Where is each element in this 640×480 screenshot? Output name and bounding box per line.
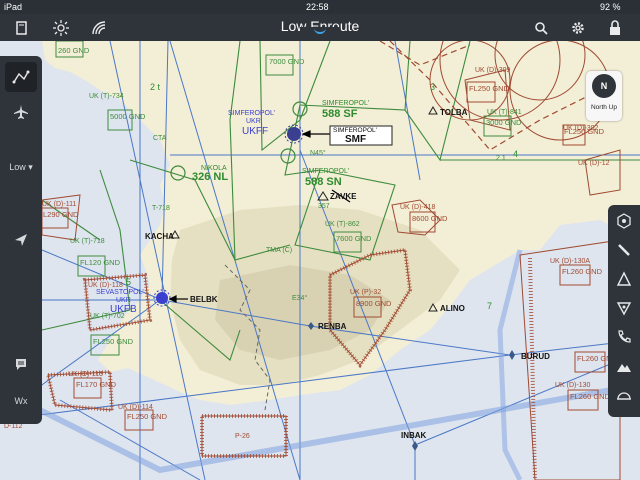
battery-label: 92 % [600,2,621,12]
svg-text:UK (D)-130: UK (D)-130 [555,382,591,389]
place-label: BELBK [190,295,218,304]
svg-text:FL260 GND: FL260 GND [562,267,603,276]
phone-icon[interactable] [612,324,636,350]
intersection-icon[interactable] [612,295,636,321]
svg-text:3: 3 [430,82,435,92]
place-label: KACHA [145,232,174,241]
terrain-icon[interactable] [612,353,636,379]
svg-text:SEVASTOPOL': SEVASTOPOL' [96,289,144,296]
svg-text:UK (T)-734: UK (T)-734 [89,93,124,100]
chart-canvas[interactable]: KACHA BELBK RENBA ALINO BURUD INBAK ZAVK… [0,41,640,480]
dome-icon[interactable] [612,382,636,408]
svg-text:UK (D)-418: UK (D)-418 [400,204,436,211]
place-label: ALINO [440,304,465,313]
lock-icon[interactable] [605,18,625,38]
svg-text:5: 5 [126,277,131,287]
svg-text:SIMFEROPOL': SIMFEROPOL' [333,127,377,134]
place-label: INBAK [401,431,427,440]
svg-text:7000 GND: 7000 GND [269,57,305,66]
settings-icon[interactable] [568,18,588,38]
svg-text:7600 GND: 7600 GND [336,234,372,243]
svg-text:UK (D)-309: UK (D)-309 [475,67,511,74]
carrier-label: iPad [4,2,23,12]
svg-text:FL120 GND: FL120 GND [80,258,121,267]
svg-text:7: 7 [487,301,492,311]
svg-text:UKR: UKR [116,297,131,304]
svg-text:L290 GND: L290 GND [43,210,79,219]
title-tab[interactable] [300,27,340,36]
svg-text:357: 357 [318,203,330,210]
svg-text:CTA: CTA [153,135,167,142]
vor-filter-icon[interactable] [612,208,636,234]
message-icon[interactable] [5,349,37,379]
waypoint-filter-icon[interactable] [612,266,636,292]
svg-text:FL250 GND: FL250 GND [127,412,168,421]
place-label: BURUD [521,352,550,361]
svg-text:E34°: E34° [292,294,307,302]
clock: 22:58 [306,2,329,12]
svg-text:UK (T)-702: UK (T)-702 [90,313,125,320]
svg-text:UK (D)-113: UK (D)-113 [68,371,103,378]
documents-icon[interactable] [12,18,32,38]
place-label: RENBA [318,322,347,331]
svg-text:UK (T)-718: UK (T)-718 [70,238,105,245]
svg-text:UK (D)-111: UK (D)-111 [42,201,76,208]
svg-text:P-26: P-26 [235,433,250,440]
svg-text:SMF: SMF [345,134,366,145]
svg-text:FL250 GND: FL250 GND [93,337,134,346]
svg-text:UK (D)-118: UK (D)-118 [88,282,123,289]
svg-text:D-112: D-112 [4,423,23,430]
svg-text:TMA (C): TMA (C) [266,247,292,254]
route-icon[interactable] [5,62,37,92]
svg-text:2 t: 2 t [150,82,161,92]
signal-icon[interactable] [89,18,109,38]
svg-text:UKR: UKR [246,118,261,125]
right-toolbar [608,205,640,417]
search-icon[interactable] [531,18,551,38]
svg-text:UK (T)-862: UK (T)-862 [325,221,360,228]
north-up-button[interactable]: N North Up [586,71,622,121]
brightness-icon[interactable] [51,18,71,38]
svg-text:UK (T)-841: UK (T)-841 [487,109,522,116]
svg-text:2 1: 2 1 [496,155,506,162]
svg-text:8900 GND: 8900 GND [356,299,392,308]
place-label: ZAVKE [330,192,357,201]
svg-text:FL260 GND: FL260 GND [570,392,611,401]
svg-text:UK (D)-12: UK (D)-12 [578,160,610,167]
north-up-label: North Up [590,104,617,111]
svg-text:T-718: T-718 [152,205,170,212]
place-label: TOLBA [440,108,468,117]
svg-text:N45°: N45° [310,149,326,157]
location-arrow-icon[interactable] [5,225,37,255]
svg-text:4: 4 [513,149,518,159]
airplane-icon[interactable] [5,97,37,127]
svg-text:UKFF: UKFF [242,126,268,137]
runway-icon[interactable] [612,237,636,263]
svg-text:SIMFEROPOL': SIMFEROPOL' [302,168,349,175]
svg-text:FL170 GND: FL170 GND [76,380,117,389]
svg-text:326 NL: 326 NL [192,171,228,183]
left-toolbar: Low ▾ Wx [0,56,42,424]
svg-text:588 SF: 588 SF [322,108,358,120]
svg-text:FL250 GND: FL250 GND [564,127,605,136]
map-view[interactable]: KACHA BELBK RENBA ALINO BURUD INBAK ZAVK… [0,41,640,480]
svg-text:FL250 GND: FL250 GND [469,84,510,93]
svg-text:588 SN: 588 SN [305,176,342,188]
svg-text:SIMFEROPOL': SIMFEROPOL' [322,100,369,107]
status-bar: iPad 22:58 92 % [0,0,640,14]
svg-text:UK (P)-32: UK (P)-32 [350,289,381,296]
wx-button[interactable]: Wx [5,386,37,416]
svg-text:5000 GND: 5000 GND [110,112,146,121]
svg-text:3000 GND: 3000 GND [486,118,522,127]
svg-text:8600 GND: 8600 GND [412,214,448,223]
smf-box: SIMFEROPOL' SMF [329,125,393,146]
compass-icon: N [592,74,616,98]
layer-selector[interactable]: Low ▾ [5,152,37,182]
svg-text:260 GND: 260 GND [58,46,90,55]
svg-text:UK (D)-130A: UK (D)-130A [550,258,590,265]
svg-text:SIMFEROPOL': SIMFEROPOL' [228,110,275,117]
